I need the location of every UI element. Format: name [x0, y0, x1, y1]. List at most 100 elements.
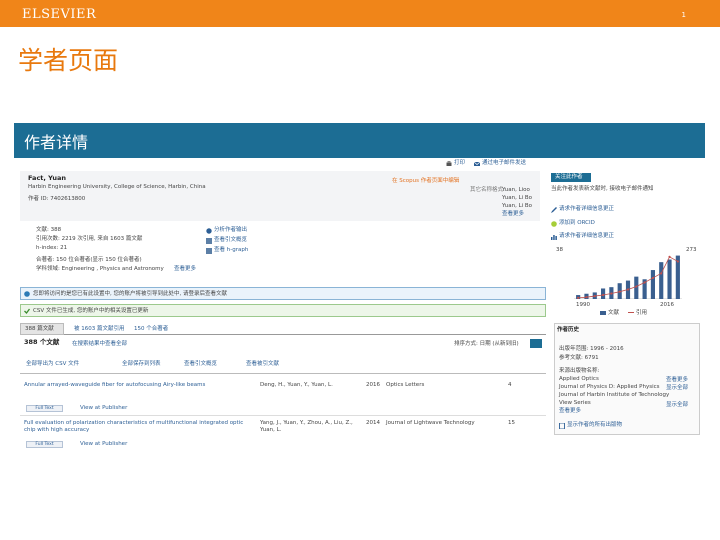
- citation-point: [668, 255, 671, 258]
- document-icon: [559, 423, 565, 429]
- citation-point: [610, 292, 613, 295]
- publication-range: 出版年范围: 1996 - 2016: [559, 346, 624, 352]
- citation-count[interactable]: 引用次数: 2219 次引用, 来自 1603 篇文献: [36, 236, 142, 243]
- x-end-label: 2016: [660, 302, 674, 308]
- legend-cites-swatch: [628, 312, 634, 313]
- scopus-author-details-screenshot: 作者详情 打印 通过电子邮件发送 Fact, Yuan Harbin Engin…: [14, 123, 705, 453]
- save-to-list-link[interactable]: 全部保存到列表: [122, 361, 161, 368]
- chart-bar: [667, 259, 672, 299]
- results-count: 388 个文献: [24, 338, 60, 346]
- info-icon: [24, 291, 30, 297]
- sources-label: 来源出版物名称:: [559, 368, 600, 374]
- tab-cited-by[interactable]: 被 1603 篇文献引用: [74, 326, 125, 333]
- analyze-output-link[interactable]: 分析作者输出: [214, 227, 247, 234]
- elsevier-logo: ELSEVIER: [22, 7, 97, 22]
- citation-point: [651, 276, 655, 280]
- view-more-link[interactable]: 查看更多: [666, 377, 688, 384]
- feedback-link[interactable]: 请求作者详细信息更正: [559, 206, 614, 213]
- full-text-button[interactable]: Full Text: [26, 441, 63, 448]
- subject-areas: 学科领域: Engineering , Physics and Astronom…: [36, 266, 164, 272]
- print-link[interactable]: 打印: [454, 160, 465, 167]
- result-authors: Yang, J., Yuan, Y., Zhou, A., Liu, Z., Y…: [260, 420, 353, 433]
- citation-point: [601, 293, 605, 297]
- source-item: Journal of Harbin Institute of Technolog…: [559, 392, 670, 398]
- citation-point: [626, 288, 630, 291]
- show-all-link[interactable]: 显示全部: [666, 402, 688, 409]
- chart-bar: [601, 288, 606, 299]
- result-cited[interactable]: 4: [508, 382, 512, 389]
- header-title: 作者详情: [24, 133, 89, 152]
- result-year: 2014: [366, 420, 380, 426]
- view-all-publications-link[interactable]: 显示作者的所有出版物: [567, 422, 622, 429]
- x-start-label: 1990: [576, 302, 590, 308]
- author-info-box: [20, 171, 540, 221]
- y-left-max: 38: [556, 247, 563, 253]
- slide-title: 学者页面: [18, 46, 119, 75]
- citation-point: [660, 272, 663, 275]
- legend-docs-label: 文献: [608, 310, 620, 316]
- edit-icon: [551, 207, 557, 213]
- author-name: Fact, Yuan: [28, 174, 67, 182]
- citation-point: [618, 290, 621, 293]
- citation-overview-link[interactable]: 查看引文概览: [214, 237, 247, 244]
- show-all-link[interactable]: 显示全部: [666, 385, 688, 392]
- citation-overview-icon: [206, 238, 212, 244]
- info-banner-text: 您即将访问的是您已有此设置中, 您的账户将被引导到此处中, 请登录后查看文献: [33, 291, 227, 297]
- follow-author-note: 当此作者发表新文献时, 接收电子邮件通知: [551, 186, 654, 192]
- source-item: Applied Optics: [559, 376, 599, 382]
- view-at-publisher-link[interactable]: View at Publisher: [80, 405, 127, 412]
- success-banner: CSV 文件已生成, 您的账户中的相关设置已更新: [20, 304, 546, 317]
- other-names-more-link[interactable]: 查看更多: [502, 211, 524, 218]
- divider: [20, 415, 546, 416]
- view-citation-overview-link[interactable]: 查看引文概览: [184, 361, 217, 368]
- chart-icon: [551, 235, 557, 240]
- chart-bar: [634, 276, 639, 299]
- tab-coauthors[interactable]: 150 个合著者: [134, 326, 168, 333]
- other-name: Yuan, Li Bo: [502, 195, 533, 201]
- doc-citation-trends-link[interactable]: 请求作者详细信息更正: [559, 233, 614, 240]
- document-count[interactable]: 文献: 388: [36, 227, 61, 234]
- email-icon[interactable]: [474, 161, 480, 167]
- sort-selector[interactable]: 排序方式: 日期 (从新到旧): [454, 341, 519, 348]
- analyze-icon: [206, 228, 212, 234]
- full-text-button[interactable]: Full Text: [26, 405, 63, 412]
- page-number: 1: [681, 11, 686, 19]
- other-name: Yuan, Li Bo: [502, 203, 533, 209]
- view-at-publisher-link[interactable]: View at Publisher: [80, 441, 127, 448]
- h-index: h-index: 21: [36, 245, 68, 251]
- print-icon[interactable]: [446, 161, 452, 167]
- view-in-search-link[interactable]: 在搜索结果中查看全部: [72, 341, 127, 348]
- result-year: 2016: [366, 382, 380, 388]
- edit-profile-link[interactable]: 在 Scopus 作者页面中编辑: [392, 178, 459, 185]
- legend-cites-label: 引用: [636, 310, 648, 316]
- chart-bar: [650, 270, 655, 299]
- result-title[interactable]: Full evaluation of polarization characte…: [24, 420, 244, 434]
- email-link[interactable]: 通过电子邮件发送: [482, 160, 526, 167]
- tab-documents[interactable]: 388 篇文献: [20, 323, 64, 335]
- source-item: Journal of Physics D: Applied Physics: [559, 384, 660, 390]
- follow-author-button[interactable]: 关注此作者: [551, 173, 591, 182]
- y-right-max: 273: [686, 247, 697, 253]
- citation-point: [676, 260, 679, 263]
- more-options-button[interactable]: [530, 339, 542, 348]
- result-title[interactable]: Annular arrayed-waveguide fiber for auto…: [24, 382, 205, 389]
- view-cited-by-link[interactable]: 查看被引文献: [246, 361, 279, 368]
- author-id: 作者 ID: 7402613800: [28, 196, 86, 202]
- sources-more-link[interactable]: 查看更多: [559, 408, 581, 415]
- success-banner-text: CSV 文件已生成, 您的账户中的相关设置已更新: [33, 308, 149, 314]
- legend-docs-swatch: [600, 311, 606, 315]
- subjects-more-link[interactable]: 查看更多: [174, 266, 196, 273]
- coauthor-count[interactable]: 合著者: 150 位合著者(显示 150 位合著者): [36, 257, 142, 264]
- reference-count: 参考文献: 6791: [559, 355, 599, 361]
- h-graph-link[interactable]: 查看 h-graph: [214, 247, 248, 254]
- divider: [20, 373, 546, 374]
- result-cited[interactable]: 15: [508, 420, 515, 427]
- add-orcid-link[interactable]: 添加到 ORCID: [559, 220, 595, 227]
- h-graph-icon: [206, 248, 212, 254]
- chart-bar: [659, 262, 664, 299]
- export-csv-link[interactable]: 全部导出为 CSV 文件: [26, 361, 79, 368]
- tab-label: 388 篇文献: [25, 326, 54, 332]
- check-icon: [24, 308, 30, 314]
- info-banner: 您即将访问的是您已有此设置中, 您的账户将被引导到此处中, 请登录后查看文献: [20, 287, 546, 300]
- result-source: Journal of Lightwave Technology: [386, 420, 475, 426]
